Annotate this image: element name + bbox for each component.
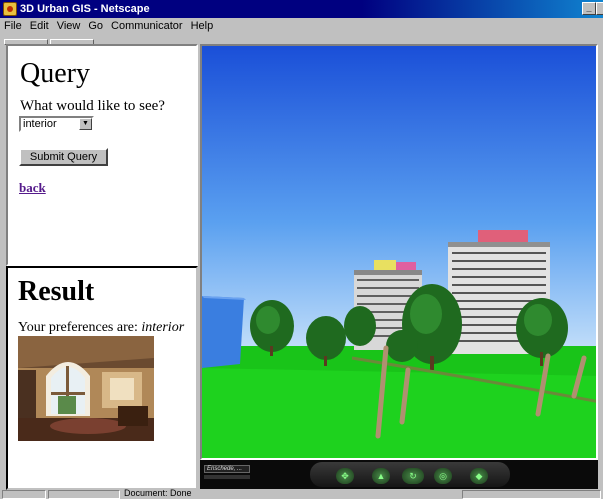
submit-query-button[interactable]: Submit Query xyxy=(19,148,108,166)
preferences-value: interior xyxy=(141,320,185,335)
study-icon[interactable]: ◎ xyxy=(434,468,452,484)
viewpoint-label[interactable]: Enschede, ... xyxy=(204,465,250,473)
zoom-icon[interactable]: ◆ xyxy=(470,468,488,484)
component-bar[interactable] xyxy=(462,490,601,499)
menu-go[interactable]: Go xyxy=(84,18,107,35)
menu-bar: File Edit View Go Communicator Help xyxy=(0,18,603,35)
interior-photo xyxy=(18,336,154,441)
maximize-button[interactable] xyxy=(596,2,603,15)
title-bar: 3D Urban GIS - Netscape _ xyxy=(0,0,603,18)
menu-view[interactable]: View xyxy=(53,18,85,35)
security-icon[interactable] xyxy=(2,490,46,499)
menu-file[interactable]: File xyxy=(0,18,26,35)
navigation-controls: ✥ ▲ ↻ ◎ ◆ xyxy=(310,462,510,487)
walk-icon[interactable]: ▲ xyxy=(372,468,390,484)
query-frame: Query What would like to see? interior ▼… xyxy=(6,44,198,266)
pan-icon[interactable]: ✥ xyxy=(336,468,354,484)
preference-select-value: interior xyxy=(23,118,57,130)
turn-icon[interactable]: ↻ xyxy=(402,468,424,484)
vrml-viewer-dashboard: Enschede, ... ✥ ▲ ↻ ◎ ◆ xyxy=(200,460,598,489)
minimize-button[interactable]: _ xyxy=(582,2,596,15)
query-heading: Query xyxy=(20,58,90,89)
status-bar: Document: Done xyxy=(0,488,603,499)
query-prompt: What would like to see? xyxy=(20,98,165,114)
preference-select[interactable]: interior ▼ xyxy=(19,116,94,132)
menu-communicator[interactable]: Communicator xyxy=(107,18,187,35)
toolbar-grips xyxy=(4,36,204,45)
menu-edit[interactable]: Edit xyxy=(26,18,53,35)
back-link[interactable]: back xyxy=(19,180,46,196)
menu-help[interactable]: Help xyxy=(187,18,218,35)
vrml-3d-viewport[interactable] xyxy=(200,44,598,460)
window-title: 3D Urban GIS - Netscape xyxy=(20,3,150,15)
chevron-down-icon[interactable]: ▼ xyxy=(79,118,92,130)
result-heading: Result xyxy=(18,276,95,307)
preferences-label: Your preferences are: xyxy=(18,320,138,335)
netscape-app-icon[interactable] xyxy=(3,2,17,16)
result-frame: Result Your preferences are: interior xyxy=(6,266,198,490)
viewpoint-slider[interactable] xyxy=(204,475,250,479)
status-text: Document: Done xyxy=(124,488,192,498)
preferences-line: Your preferences are: interior xyxy=(18,320,184,336)
progress-indicator xyxy=(48,490,120,499)
